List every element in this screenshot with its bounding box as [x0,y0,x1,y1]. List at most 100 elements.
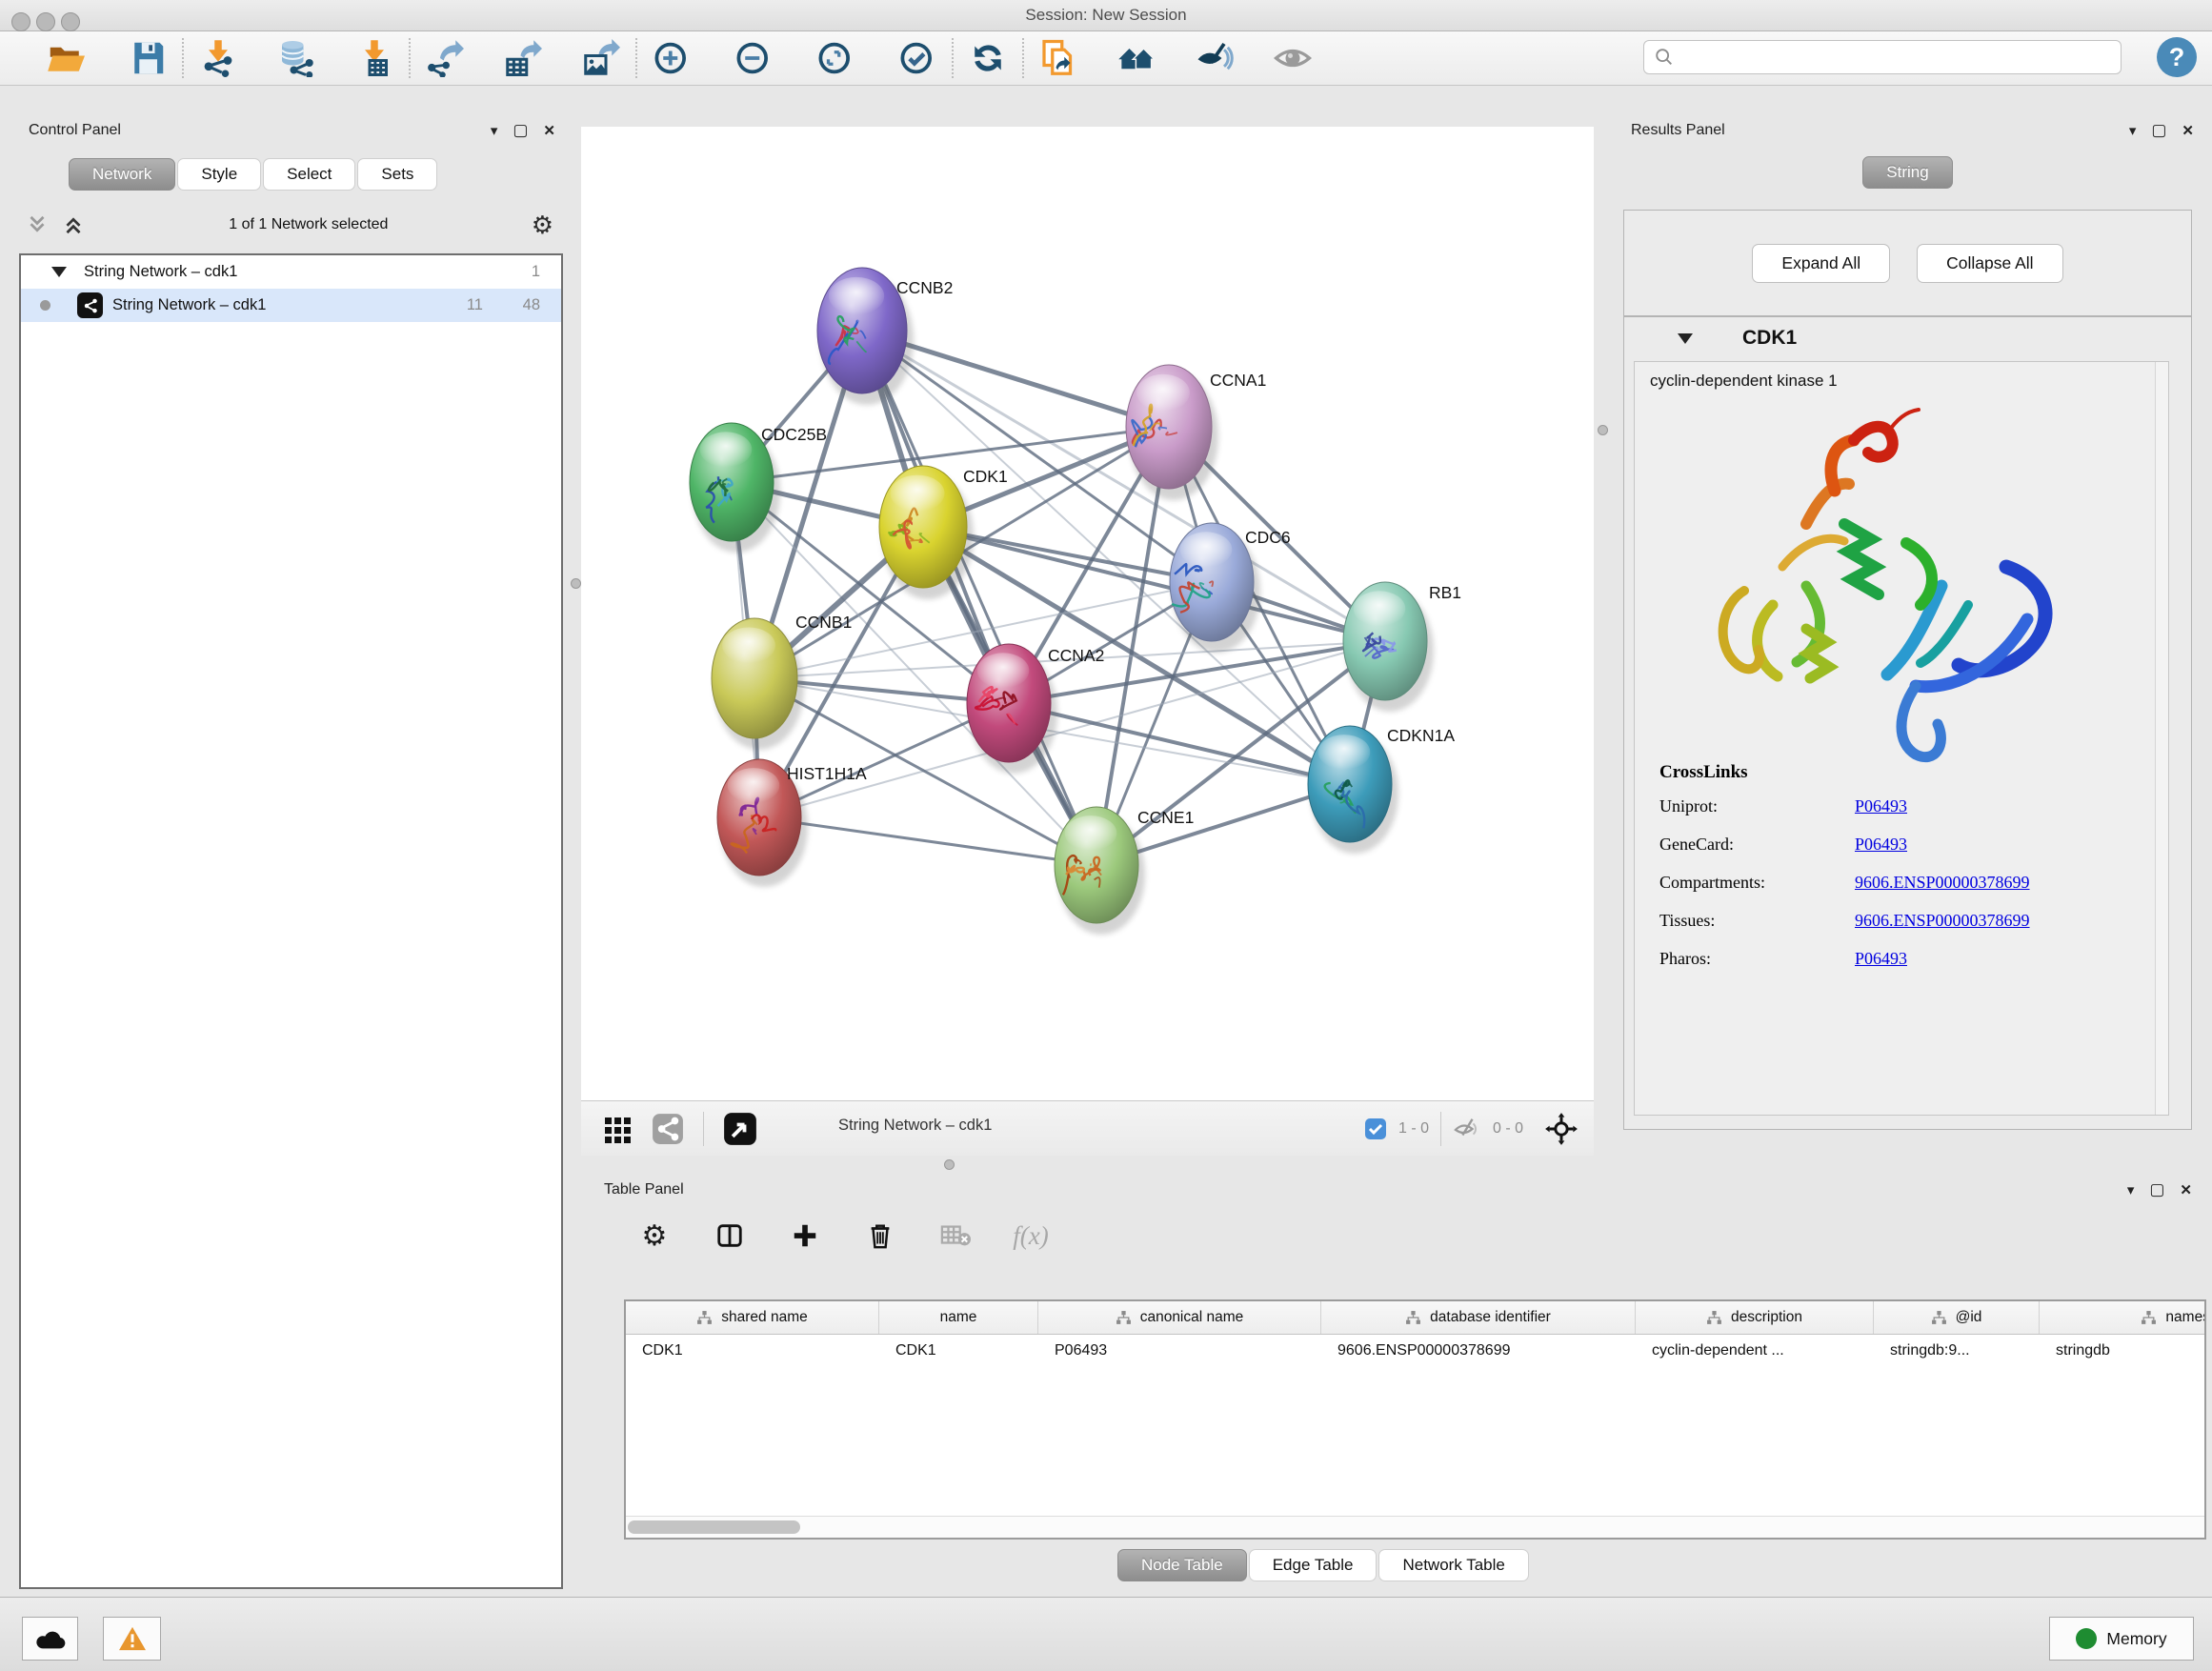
column-header-name[interactable]: name [879,1301,1038,1334]
left-splitter-grip[interactable] [571,578,581,589]
selected-checkbox-icon[interactable] [1364,1117,1387,1140]
tab-sets[interactable]: Sets [357,158,437,191]
network-edge[interactable] [923,527,1385,641]
tab-node-table[interactable]: Node Table [1117,1549,1247,1581]
network-options-gear-icon[interactable]: ⚙ [532,211,553,240]
collapse-all-button[interactable]: Collapse All [1917,244,2062,283]
hidden-eye-icon[interactable] [1453,1117,1481,1141]
network-node-CCNB2[interactable]: CCNB2 [817,268,953,405]
collection-count: 1 [532,263,561,281]
table-menu-icon[interactable]: ▾ [2127,1181,2135,1198]
network-edge[interactable] [862,331,1096,865]
collapse-triangle-icon[interactable] [51,267,67,277]
panel-close-icon[interactable]: ✕ [543,122,555,139]
column-header-shared-name[interactable]: shared name [626,1301,879,1334]
table-row[interactable]: CDK1 CDK1 P06493 9606.ENSP00000378699 cy… [626,1335,2204,1366]
fit-selected-crosshair-icon[interactable] [1544,1112,1579,1146]
network-view-icon[interactable] [652,1113,684,1145]
network-node-CDC25B[interactable]: CDC25B [690,423,827,553]
grid-view-icon[interactable] [602,1114,633,1144]
results-close-icon[interactable]: ✕ [2182,122,2194,139]
table-horizontal-scrollbar[interactable] [626,1516,2204,1538]
network-node-CDK1[interactable]: CDK1 [879,466,1008,599]
import-network-database-icon[interactable] [274,36,318,80]
column-header-database-identifier[interactable]: database identifier [1321,1301,1636,1334]
protein-section: CDK1 cyclin-dependent kinase 1 [1623,316,2192,1130]
crosslink-link[interactable]: 9606.ENSP00000378699 [1855,911,2030,931]
network-row-selected[interactable]: String Network – cdk1 11 48 [21,289,561,322]
copy-icon[interactable] [1036,36,1080,80]
network-node-CDKN1A[interactable]: CDKN1A [1308,726,1455,854]
tab-string[interactable]: String [1862,156,1952,189]
crosslink-link[interactable]: P06493 [1855,796,1907,816]
expand-all-button[interactable]: Expand All [1752,244,1890,283]
delete-table-icon[interactable] [939,1219,972,1252]
export-image-icon[interactable] [579,36,623,80]
network-node-CCNA2[interactable]: CCNA2 [967,644,1104,774]
export-table-icon[interactable] [501,36,545,80]
network-node-CCNE1[interactable]: CCNE1 [1055,807,1194,935]
import-network-file-icon[interactable] [196,36,240,80]
column-header-id[interactable]: @id [1874,1301,2040,1334]
table-float-icon[interactable]: ▢ [2149,1180,2164,1199]
save-session-icon[interactable] [126,36,170,80]
zoom-selected-icon[interactable] [895,36,939,80]
horizontal-splitter-grip[interactable] [944,1159,955,1170]
right-splitter-grip[interactable] [1598,425,1608,435]
network-collection-row[interactable]: String Network – cdk1 1 [21,255,561,289]
results-float-icon[interactable]: ▢ [2151,121,2166,140]
hide-selected-eye-icon[interactable] [1193,36,1237,80]
scrollbar-thumb[interactable] [628,1520,800,1534]
panel-float-icon[interactable]: ▢ [513,121,528,140]
zoom-fit-icon[interactable] [814,36,857,80]
network-canvas[interactable]: CCNB2CCNA1CDC25BCDK1CDC6RB1CCNB1CCNA2CDK… [581,127,1594,1100]
crosslink-link[interactable]: P06493 [1855,949,1907,969]
export-network-icon[interactable] [423,36,467,80]
open-session-icon[interactable] [44,36,88,80]
table-options-gear-icon[interactable]: ⚙ [638,1219,671,1252]
column-header-description[interactable]: description [1636,1301,1874,1334]
search-input[interactable] [1675,48,2088,67]
tab-edge-table[interactable]: Edge Table [1249,1549,1377,1581]
tab-network[interactable]: Network [69,158,175,191]
panel-menu-icon[interactable]: ▾ [491,122,498,139]
show-all-eye-icon[interactable] [1271,36,1315,80]
zoom-out-icon[interactable] [732,36,775,80]
help-icon[interactable]: ? [2157,37,2197,77]
crosslink-link[interactable]: P06493 [1855,835,1907,855]
home-icon[interactable] [1115,36,1158,80]
expand-all-networks-icon[interactable] [25,212,50,237]
network-edge[interactable] [759,817,1096,865]
function-builder-icon[interactable]: f(x) [1015,1219,1047,1252]
search-field[interactable] [1643,40,2122,74]
show-columns-icon[interactable] [714,1219,746,1252]
network-node-CCNA1[interactable]: CCNA1 [1126,365,1266,500]
results-scrollbar[interactable] [2155,362,2168,1115]
table-panel-title: Table Panel [604,1181,684,1198]
network-node-RB1[interactable]: RB1 [1343,582,1461,712]
network-selection-status: 1 of 1 Network selected [86,216,532,233]
import-table-file-icon[interactable] [352,36,396,80]
refresh-icon[interactable] [966,36,1010,80]
network-node-HIST1H1A[interactable]: HIST1H1A [717,759,867,887]
network-edge[interactable] [1009,703,1350,784]
tab-style[interactable]: Style [177,158,261,191]
tab-network-table[interactable]: Network Table [1378,1549,1528,1581]
zoom-in-icon[interactable] [650,36,694,80]
birdseye-view-icon[interactable] [723,1112,757,1146]
column-header-canonical-name[interactable]: canonical name [1038,1301,1321,1334]
memory-button[interactable]: Memory [2049,1617,2194,1661]
column-header-namespace[interactable]: namespace [2040,1301,2206,1334]
node-label: CCNB2 [896,278,953,297]
warning-button[interactable] [103,1617,161,1661]
collapse-all-networks-icon[interactable] [61,212,86,237]
tab-select[interactable]: Select [263,158,355,191]
delete-column-icon[interactable] [864,1219,896,1252]
add-column-icon[interactable] [789,1219,821,1252]
crosslink-link[interactable]: 9606.ENSP00000378699 [1855,873,2030,893]
table-close-icon[interactable]: ✕ [2180,1181,2192,1198]
section-collapse-triangle-icon[interactable] [1678,333,1693,344]
cloud-button[interactable] [22,1617,78,1661]
results-menu-icon[interactable]: ▾ [2129,122,2137,139]
node-label: CCNB1 [795,613,852,632]
